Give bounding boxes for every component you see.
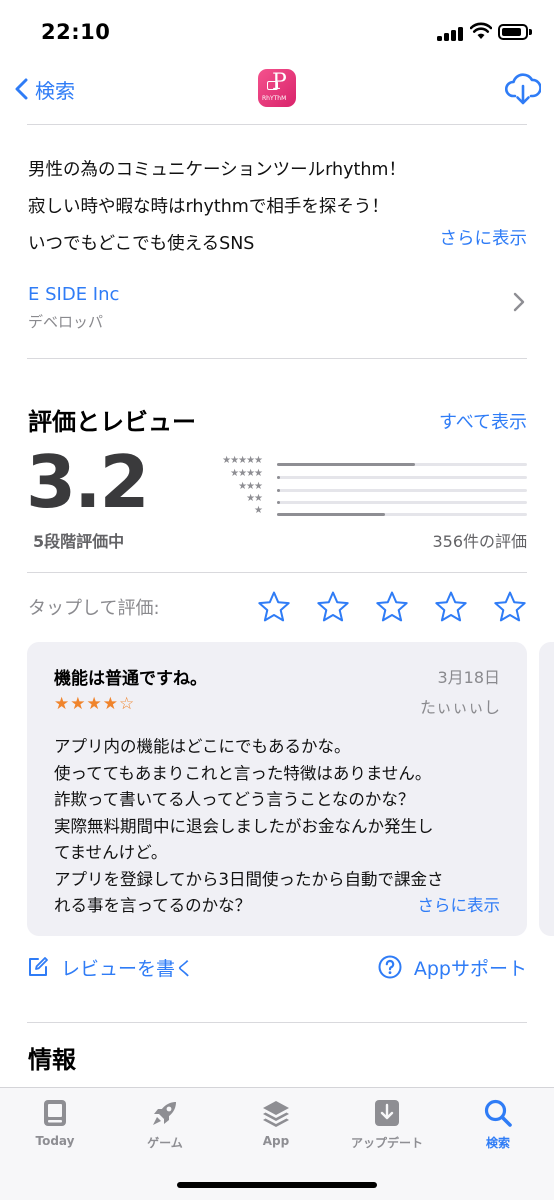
rate-star-4-icon[interactable] <box>434 590 468 624</box>
histogram-row: ★★ <box>200 493 530 507</box>
description-line: 男性の為のコミュニケーションツールrhythm！ <box>28 160 406 180</box>
tab-updates[interactable]: アップデート <box>342 1098 432 1151</box>
histogram-bar <box>277 501 280 504</box>
layers-icon <box>263 1101 289 1127</box>
histogram-stars: ★★★★★ <box>222 455 263 466</box>
description-line: 寂しい時や暇な時はrhythmで相手を探そう！ <box>28 197 389 217</box>
status-bar: 22:10 <box>0 0 554 62</box>
review-stars: ★★★★☆ <box>54 694 136 714</box>
compose-icon <box>29 957 48 976</box>
review-author: たぃぃぃし <box>419 698 500 717</box>
review-more-link[interactable]: さらに表示 <box>409 892 500 916</box>
app-support-label: Appサポート <box>413 957 527 980</box>
chevron-right-icon <box>513 292 525 312</box>
download-tray-icon <box>375 1100 399 1126</box>
back-label: 検索 <box>35 78 75 103</box>
tab-today[interactable]: Today <box>10 1098 100 1148</box>
search-icon <box>484 1099 512 1127</box>
tap-to-rate-label: タップして評価: <box>28 598 160 619</box>
tab-label: Today <box>35 1134 75 1148</box>
review-card[interactable]: 機能は普通ですね。 3月18日 ★★★★☆ たぃぃぃし アプリ内の機能はどこにで… <box>27 642 527 936</box>
cloud-download-icon[interactable] <box>505 72 541 106</box>
histogram-row: ★ <box>200 505 530 519</box>
developer-row[interactable]: E SIDE Inc デベロッパ <box>0 280 554 340</box>
review-line: 詐欺って書いてる人ってどう言うことなのかな？ <box>54 790 415 809</box>
histogram-stars: ★★★★ <box>230 468 263 479</box>
rate-star-5-icon[interactable] <box>493 590 527 624</box>
review-line: 使っててもあまりこれと言った特徴はありません。 <box>54 763 432 783</box>
tab-games[interactable]: ゲーム <box>120 1098 210 1151</box>
next-review-card[interactable] <box>539 642 554 936</box>
review-line: アプリを登録してから3日間使ったから自動で課金さ <box>54 869 444 889</box>
rate-star-1-icon[interactable] <box>257 590 291 624</box>
chevron-left-icon <box>15 78 28 100</box>
average-rating: 3.2 <box>26 440 150 524</box>
developer-name: E SIDE Inc <box>28 284 120 305</box>
tab-label: アップデート <box>350 1136 423 1150</box>
tab-search[interactable]: 検索 <box>453 1098 543 1151</box>
rate-star-3-icon[interactable] <box>375 590 409 624</box>
description-more-link[interactable]: さらに表示 <box>440 225 528 250</box>
tab-apps[interactable]: App <box>231 1098 321 1148</box>
histogram-stars: ★ <box>254 505 263 516</box>
status-time: 22:10 <box>41 20 111 44</box>
write-review-label: レビューを書く <box>61 957 195 980</box>
divider <box>27 124 527 125</box>
today-icon <box>44 1100 66 1126</box>
divider <box>27 572 527 573</box>
histogram-bar <box>277 463 415 466</box>
info-title: 情報 <box>28 1046 76 1074</box>
review-line: 実際無料期間中に退会しましたがお金なんか発生し <box>54 816 434 836</box>
divider <box>27 358 527 359</box>
signal-icon <box>437 25 463 41</box>
tab-label: 検索 <box>485 1136 510 1150</box>
see-all-link[interactable]: すべて表示 <box>439 408 527 434</box>
review-date: 3月18日 <box>437 668 500 687</box>
review-line: アプリ内の機能はどこにでもあるかな。 <box>54 737 351 756</box>
app-support-button[interactable]: Appサポート <box>378 952 527 982</box>
wifi-icon <box>470 22 492 39</box>
review-line: てませんけど。 <box>54 843 168 862</box>
rocket-icon <box>153 1102 176 1125</box>
developer-label: デベロッパ <box>28 313 104 331</box>
divider <box>27 1022 527 1023</box>
battery-icon <box>498 24 532 40</box>
histogram-bar <box>277 513 385 516</box>
tab-label: ゲーム <box>147 1136 183 1150</box>
back-button[interactable]: 検索 <box>14 74 75 104</box>
review-title: 機能は普通ですね。 <box>54 669 207 689</box>
rate-star-2-icon[interactable] <box>316 590 350 624</box>
ratings-count: 356件の評価 <box>432 532 527 551</box>
home-indicator <box>177 1182 377 1188</box>
tab-label: App <box>262 1134 290 1148</box>
app-icon-text: RhYThM <box>262 95 287 102</box>
histogram-bar <box>277 476 280 479</box>
question-circle-icon <box>378 955 402 979</box>
out-of-label: 5段階評価中 <box>33 532 125 551</box>
write-review-button[interactable]: レビューを書く <box>27 952 194 982</box>
nav-bar: 検索 P RhYThM <box>0 62 554 124</box>
histogram-bar <box>277 489 280 492</box>
ratings-title: 評価とレビュー <box>28 408 196 436</box>
app-icon: P RhYThM <box>258 69 296 107</box>
